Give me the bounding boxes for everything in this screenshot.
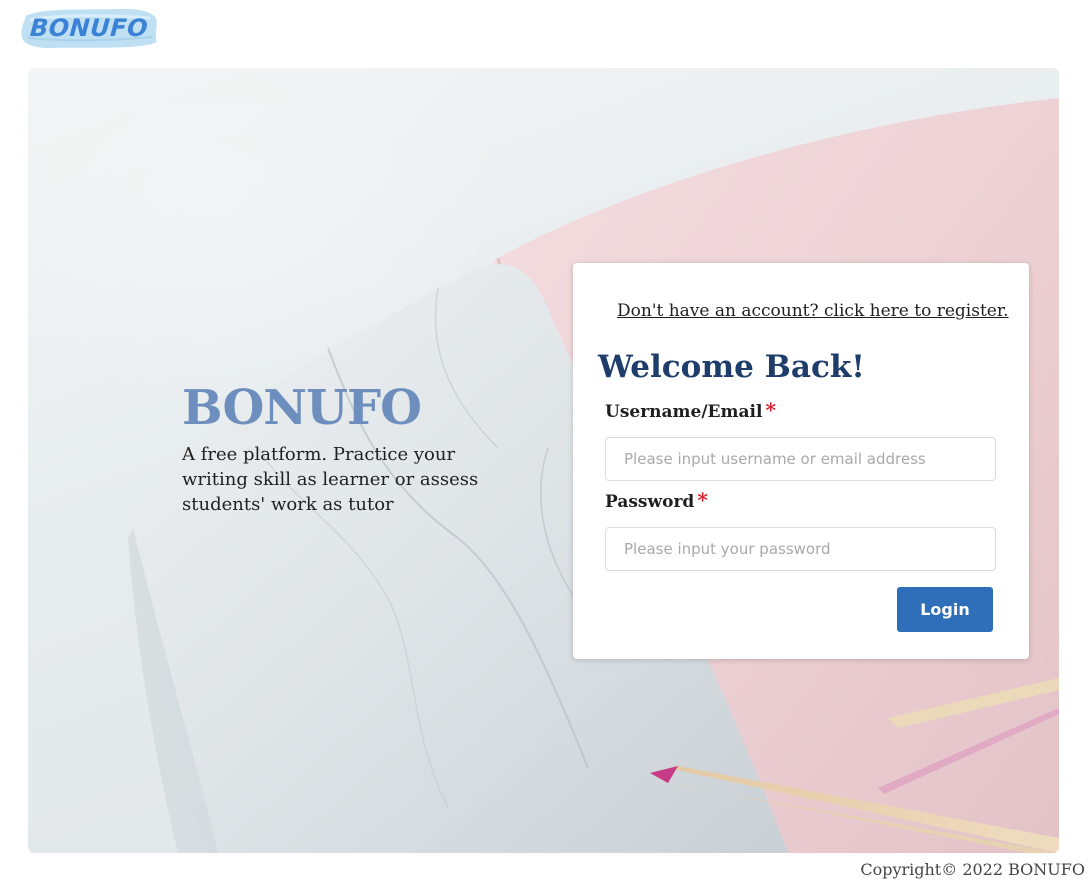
copyright: Copyright© 2022 BONUFO (860, 860, 1085, 879)
required-marker: * (697, 488, 708, 512)
logo-text: BONUFO (28, 14, 150, 42)
password-input[interactable] (605, 527, 996, 571)
password-label-text: Password (605, 492, 695, 512)
username-label: Username/Email * (605, 398, 776, 426)
login-button[interactable]: Login (897, 587, 993, 632)
logo[interactable]: BONUFO (20, 6, 158, 50)
username-label-text: Username/Email (605, 402, 763, 422)
password-label: Password * (605, 488, 708, 516)
brand-description: A free platform. Practice your writing s… (182, 444, 479, 515)
welcome-heading: Welcome Back! (598, 349, 865, 385)
brand-title: BONUFO (182, 380, 422, 436)
register-link[interactable]: Don't have an account? click here to reg… (617, 301, 1009, 321)
required-marker: * (765, 398, 776, 422)
brand-block: BONUFO A free platform. Practice your wr… (182, 380, 502, 517)
hero-banner: BONUFO A free platform. Practice your wr… (28, 68, 1059, 853)
login-card: Don't have an account? click here to reg… (573, 263, 1029, 659)
username-input[interactable] (605, 437, 996, 481)
